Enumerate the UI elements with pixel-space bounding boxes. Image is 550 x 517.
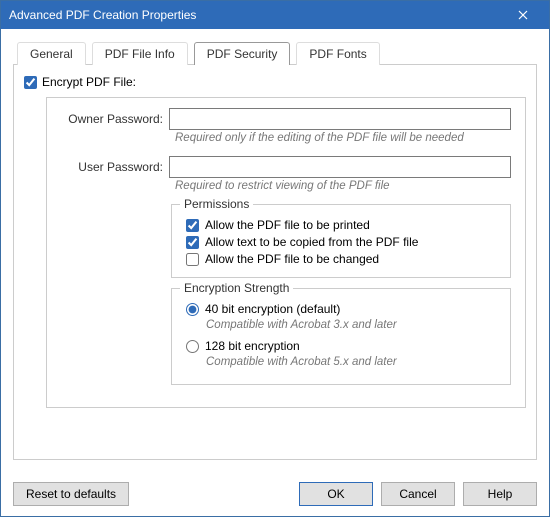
perm-print-checkbox[interactable] (186, 219, 199, 232)
enc-40-hint: Compatible with Acrobat 3.x and later (206, 319, 500, 331)
titlebar: Advanced PDF Creation Properties (1, 1, 549, 29)
tab-fonts[interactable]: PDF Fonts (296, 42, 379, 65)
window-title: Advanced PDF Creation Properties (9, 8, 196, 22)
owner-hint: Required only if the editing of the PDF … (175, 132, 511, 144)
encrypt-row: Encrypt PDF File: (24, 75, 526, 89)
close-icon (518, 10, 528, 20)
dialog-window: Advanced PDF Creation Properties General… (0, 0, 550, 517)
user-label: User Password: (61, 160, 169, 174)
close-button[interactable] (505, 1, 541, 29)
encryption-legend: Encryption Strength (180, 281, 293, 295)
encryption-fieldset: Encryption Strength 40 bit encryption (d… (171, 288, 511, 385)
perm-change-row: Allow the PDF file to be changed (186, 252, 500, 266)
perm-print-label: Allow the PDF file to be printed (205, 218, 370, 232)
perm-copy-label: Allow text to be copied from the PDF fil… (205, 235, 418, 249)
perm-copy-checkbox[interactable] (186, 236, 199, 249)
encrypt-panel: Owner Password: Required only if the edi… (46, 97, 526, 408)
perm-copy-row: Allow text to be copied from the PDF fil… (186, 235, 500, 249)
enc-128-label: 128 bit encryption (205, 339, 300, 353)
dialog-body: General PDF File Info PDF Security PDF F… (1, 29, 549, 472)
tab-bar: General PDF File Info PDF Security PDF F… (13, 41, 537, 65)
encrypt-label: Encrypt PDF File: (42, 75, 136, 89)
owner-password-input[interactable] (169, 108, 511, 130)
permissions-legend: Permissions (180, 197, 253, 211)
tab-general[interactable]: General (17, 42, 86, 65)
owner-row: Owner Password: (61, 108, 511, 130)
tab-file-info[interactable]: PDF File Info (92, 42, 188, 65)
enc-40-row: 40 bit encryption (default) (186, 302, 500, 316)
enc-128-hint: Compatible with Acrobat 5.x and later (206, 356, 500, 368)
enc-128-radio[interactable] (186, 340, 199, 353)
encrypt-checkbox[interactable] (24, 76, 37, 89)
enc-128-row: 128 bit encryption (186, 339, 500, 353)
dialog-footer: Reset to defaults OK Cancel Help (1, 472, 549, 516)
enc-40-label: 40 bit encryption (default) (205, 302, 340, 316)
permissions-fieldset: Permissions Allow the PDF file to be pri… (171, 204, 511, 278)
cancel-button[interactable]: Cancel (381, 482, 455, 506)
reset-button[interactable]: Reset to defaults (13, 482, 129, 506)
perm-change-label: Allow the PDF file to be changed (205, 252, 379, 266)
enc-40-radio[interactable] (186, 303, 199, 316)
tab-security[interactable]: PDF Security (194, 42, 291, 65)
ok-button[interactable]: OK (299, 482, 373, 506)
perm-print-row: Allow the PDF file to be printed (186, 218, 500, 232)
perm-change-checkbox[interactable] (186, 253, 199, 266)
user-row: User Password: (61, 156, 511, 178)
tab-content-security: Encrypt PDF File: Owner Password: Requir… (13, 65, 537, 460)
user-password-input[interactable] (169, 156, 511, 178)
owner-label: Owner Password: (61, 112, 169, 126)
user-hint: Required to restrict viewing of the PDF … (175, 180, 511, 192)
help-button[interactable]: Help (463, 482, 537, 506)
